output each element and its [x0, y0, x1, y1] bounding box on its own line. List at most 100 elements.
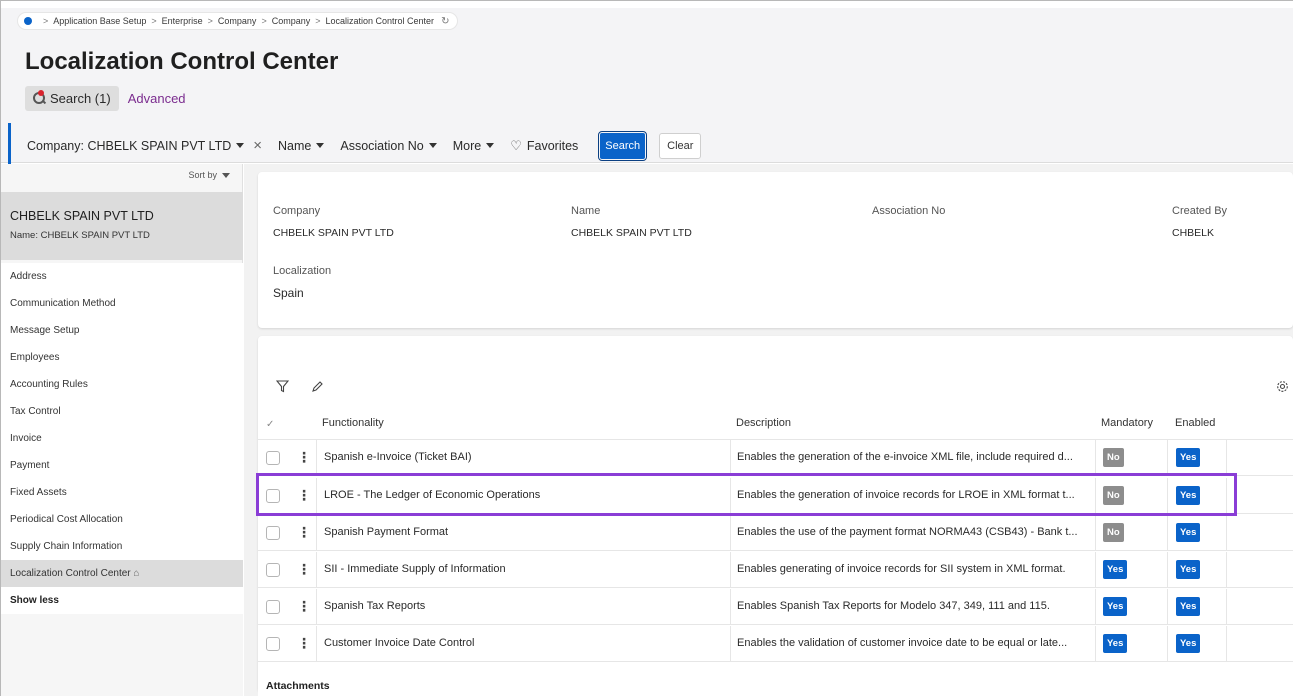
selected-record-card[interactable]: CHBELK SPAIN PVT LTD Name: CHBELK SPAIN …	[1, 192, 243, 260]
column-divider	[1095, 552, 1096, 588]
breadcrumb-item-enterprise[interactable]: Enterprise	[162, 16, 203, 26]
company-filter-label: Company: CHBELK SPAIN PVT LTD	[27, 138, 232, 153]
advanced-search-link[interactable]: Advanced	[128, 91, 186, 106]
cell-functionality: Customer Invoice Date Control	[324, 637, 475, 649]
sidebar-item-communication-method[interactable]: Communication Method	[1, 290, 243, 317]
refresh-icon[interactable]: ↻	[441, 16, 449, 27]
name-field-label: Name	[571, 205, 601, 217]
page-header: > Application Base Setup > Enterprise > …	[1, 8, 1293, 168]
breadcrumb-item-company-2[interactable]: Company	[272, 16, 311, 26]
column-divider	[1226, 478, 1227, 514]
mandatory-badge: No	[1103, 486, 1124, 505]
column-header-functionality[interactable]: Functionality	[322, 417, 384, 429]
row-menu-icon[interactable]: ⋮	[297, 487, 311, 504]
sidebar-item-label: Localization Control Center	[10, 568, 131, 579]
sidebar-item-tax-control[interactable]: Tax Control	[1, 398, 243, 425]
sidebar-item-employees[interactable]: Employees	[1, 344, 243, 371]
row-menu-icon[interactable]: ⋮	[297, 598, 311, 615]
enabled-badge: Yes	[1176, 597, 1201, 616]
chevron-down-icon	[486, 143, 495, 148]
localization-field-label: Localization	[273, 265, 332, 277]
column-divider	[316, 515, 317, 551]
sidebar-item-payment[interactable]: Payment	[1, 452, 243, 479]
association-no-filter[interactable]: Association No	[340, 139, 437, 153]
pin-icon[interactable]: ⌂	[133, 568, 139, 579]
sidebar-item-invoice[interactable]: Invoice	[1, 425, 243, 452]
row-menu-icon[interactable]: ⋮	[297, 635, 311, 652]
column-divider	[730, 589, 731, 625]
selected-record-title: CHBELK SPAIN PVT LTD	[10, 209, 154, 223]
sidebar-empty-area	[1, 614, 243, 696]
column-header-description[interactable]: Description	[736, 417, 791, 429]
table-row[interactable]: ⋮ Customer Invoice Date Control Enables …	[258, 626, 1293, 662]
select-all-checkmark-icon[interactable]: ✓	[266, 419, 274, 430]
column-divider	[1167, 626, 1168, 662]
column-header-enabled[interactable]: Enabled	[1175, 417, 1215, 429]
clear-button[interactable]: Clear	[659, 132, 702, 159]
breadcrumb-separator: >	[151, 16, 157, 26]
more-filter-label: More	[452, 138, 482, 153]
sidebar-nav-list: Address Communication Method Message Set…	[1, 263, 243, 614]
sidebar-show-less[interactable]: Show less	[1, 587, 243, 614]
row-checkbox[interactable]	[266, 526, 280, 540]
column-divider	[1226, 589, 1227, 625]
sidebar-item-fixed-assets[interactable]: Fixed Assets	[1, 479, 243, 506]
filter-items: Company: CHBELK SPAIN PVT LTD × Name Ass…	[27, 123, 702, 168]
favorites-button[interactable]: ♡ Favorites	[510, 138, 578, 154]
column-header-mandatory[interactable]: Mandatory	[1101, 417, 1153, 429]
row-checkbox[interactable]	[266, 451, 280, 465]
close-icon[interactable]: ×	[253, 137, 262, 154]
filter-bar-accent	[8, 123, 11, 168]
sort-by-button[interactable]: Sort by	[188, 170, 230, 180]
search-toggle-button[interactable]: Search (1)	[25, 86, 119, 111]
column-divider	[316, 552, 317, 588]
enabled-badge: Yes	[1176, 523, 1201, 542]
sidebar-item-periodical-cost-allocation[interactable]: Periodical Cost Allocation	[1, 506, 243, 533]
table-row[interactable]: ⋮ SII - Immediate Supply of Information …	[258, 552, 1293, 588]
breadcrumb-item-company[interactable]: Company	[218, 16, 257, 26]
column-divider	[1167, 478, 1168, 514]
column-divider	[1167, 515, 1168, 551]
sidebar-item-localization-control-center[interactable]: Localization Control Center ⌂	[1, 560, 243, 587]
active-filter-dot	[38, 90, 44, 96]
attachments-label[interactable]: Attachments	[266, 680, 330, 692]
sidebar-item-accounting-rules[interactable]: Accounting Rules	[1, 371, 243, 398]
search-button[interactable]: Search	[598, 130, 648, 161]
cell-functionality: LROE - The Ledger of Economic Operations	[324, 489, 541, 501]
column-divider	[1095, 626, 1096, 662]
column-divider	[316, 626, 317, 662]
enabled-badge: Yes	[1176, 448, 1201, 467]
table-row[interactable]: ⋮ Spanish e-Invoice (Ticket BAI) Enables…	[258, 440, 1293, 476]
name-field: Name CHBELK SPAIN PVT LTD	[571, 205, 692, 239]
sidebar-item-address[interactable]: Address	[1, 263, 243, 290]
breadcrumb-item-current: Localization Control Center	[325, 16, 435, 26]
more-filter[interactable]: More	[452, 138, 495, 153]
row-checkbox[interactable]	[266, 600, 280, 614]
table-row[interactable]: ⋮ Spanish Tax Reports Enables Spanish Ta…	[258, 589, 1293, 625]
sidebar-item-message-setup[interactable]: Message Setup	[1, 317, 243, 344]
gear-icon[interactable]	[1276, 380, 1289, 396]
attachments-panel: Attachments	[258, 674, 1293, 696]
table-row[interactable]: ⋮ LROE - The Ledger of Economic Operatio…	[258, 478, 1293, 514]
home-dot-icon[interactable]	[24, 17, 32, 25]
row-checkbox[interactable]	[266, 489, 280, 503]
filter-icon[interactable]	[275, 380, 290, 396]
name-filter[interactable]: Name	[278, 139, 325, 153]
sidebar-item-supply-chain-information[interactable]: Supply Chain Information	[1, 533, 243, 560]
table-row[interactable]: ⋮ Spanish Payment Format Enables the use…	[258, 515, 1293, 551]
row-menu-icon[interactable]: ⋮	[297, 524, 311, 541]
row-checkbox[interactable]	[266, 637, 280, 651]
row-checkbox[interactable]	[266, 563, 280, 577]
company-filter-chip[interactable]: Company: CHBELK SPAIN PVT LTD ×	[27, 137, 262, 154]
cell-description: Enables the generation of the e-invoice …	[737, 451, 1073, 463]
breadcrumb-item-application-base-setup[interactable]: Application Base Setup	[53, 16, 146, 26]
column-divider	[1226, 626, 1227, 662]
cell-description: Enables Spanish Tax Reports for Modelo 3…	[737, 600, 1050, 612]
chevron-down-icon	[316, 143, 325, 148]
row-menu-icon[interactable]: ⋮	[297, 561, 311, 578]
pencil-icon[interactable]	[311, 380, 323, 396]
row-menu-icon[interactable]: ⋮	[297, 449, 311, 466]
breadcrumb-separator: >	[43, 16, 49, 26]
sort-by-label: Sort by	[188, 170, 217, 180]
breadcrumb-separator: >	[261, 16, 267, 26]
